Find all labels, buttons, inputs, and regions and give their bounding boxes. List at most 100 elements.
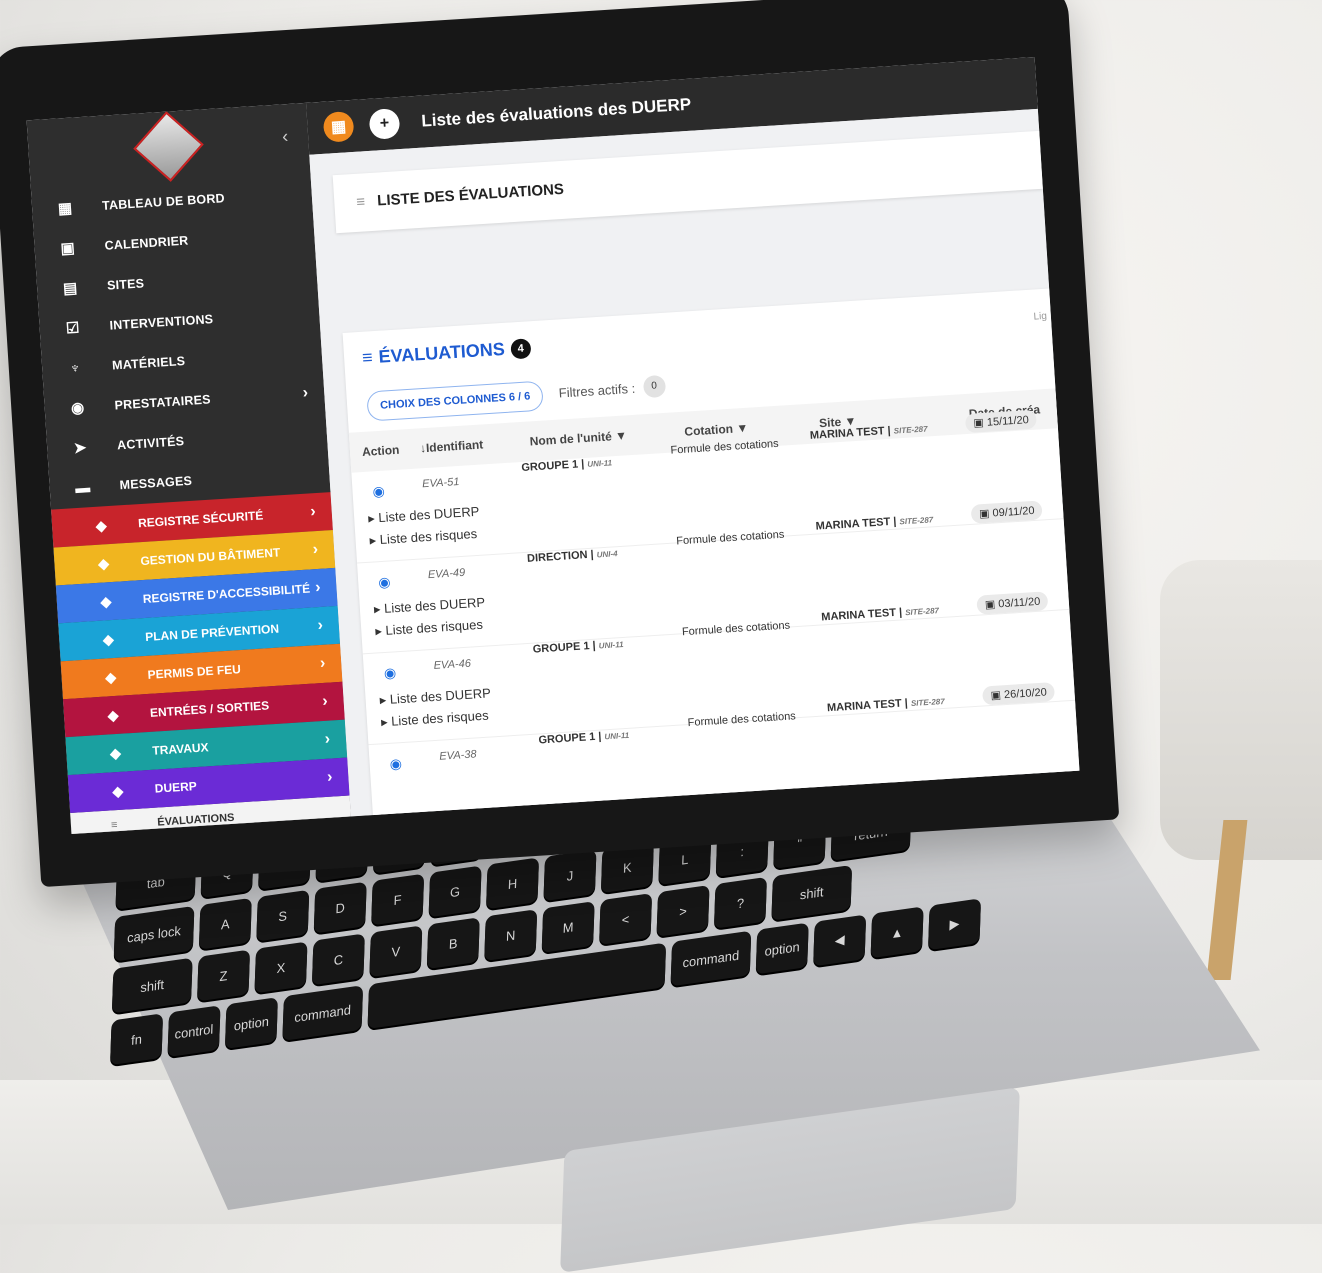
calendar-icon: ▣ <box>60 239 76 258</box>
count-badge: 4 <box>510 337 532 359</box>
sidebar-item-label: SITES <box>106 276 145 293</box>
key[interactable]: command <box>282 985 364 1041</box>
evaluations-title: ≡ ÉVALUATIONS 4 <box>362 337 532 369</box>
grid-icon: ▦ <box>330 118 347 137</box>
header-identifiant[interactable]: ↓Identifiant <box>420 437 484 455</box>
list-card: ≡ LISTE DES ÉVALUATIONS <box>332 130 1043 234</box>
module-logo-icon: ◆ <box>111 782 124 799</box>
sidebar-module-label: TRAVAUX <box>151 740 209 758</box>
filter-icon[interactable]: ▼ <box>736 421 749 436</box>
key[interactable]: > <box>656 884 710 937</box>
message-icon: ▬ <box>74 478 91 497</box>
key[interactable]: control <box>167 1005 221 1058</box>
key[interactable]: < <box>599 893 653 945</box>
sidebar: ‹ ▦ TABLEAU DE BORD ▣ CALENDRIER ▤ SITES ☑ INTE… <box>26 102 352 835</box>
row-links: ▸ Liste des DUERP ▸ Liste des risques <box>379 682 493 733</box>
key[interactable]: D <box>313 881 367 934</box>
sidebar-module-label: REGISTRE SÉCURITÉ <box>137 508 264 531</box>
key[interactable]: fn <box>110 1013 164 1066</box>
key[interactable]: G <box>428 865 482 918</box>
row-date: ▣ 09/11/20 <box>970 500 1044 524</box>
main-content: ≡ LISTE DES ÉVALUATIONS ≡ ÉVALUATIONS 4 … <box>309 108 1080 835</box>
key[interactable]: J <box>543 849 597 902</box>
filters-label: Filtres actifs : <box>558 380 636 401</box>
chevron-right-icon: › <box>312 540 319 559</box>
key[interactable]: shift <box>771 864 853 921</box>
grid-menu-button[interactable]: ▦ <box>322 110 355 143</box>
key[interactable]: H <box>485 857 540 910</box>
chevron-right-icon: › <box>326 768 333 786</box>
key[interactable]: B <box>426 917 480 970</box>
key[interactable]: ? <box>713 876 767 929</box>
sidebar-item-label: PRESTATAIRES <box>114 392 212 413</box>
key[interactable]: N <box>484 909 538 962</box>
columns-choice-button[interactable]: CHOIX DES COLONNES 6 / 6 <box>366 380 545 422</box>
lig-label: Lig <box>1033 310 1048 323</box>
key[interactable]: Z <box>197 949 251 1002</box>
key[interactable]: option <box>224 997 278 1050</box>
row-identifiant[interactable]: EVA-51 <box>422 476 460 490</box>
screen: ‹ ▦ TABLEAU DE BORD ▣ CALENDRIER ▤ SITES ☑ INTE… <box>26 56 1080 835</box>
key[interactable]: ▲ <box>870 906 924 959</box>
sidebar-item-label: ACTIVITÉS <box>116 434 185 453</box>
calendar-icon: ▣ <box>978 507 994 521</box>
row-identifiant[interactable]: EVA-38 <box>439 748 477 762</box>
evaluations-card: ≡ ÉVALUATIONS 4 Lig CHOIX DES COLONNES 6… <box>342 288 1080 835</box>
sidebar-item-label: MESSAGES <box>119 473 193 493</box>
view-eye-icon[interactable]: ◉ <box>378 573 391 591</box>
sidebar-module-label: DUERP <box>154 779 198 796</box>
row-date: ▣ 03/11/20 <box>976 591 1049 615</box>
module-logo-icon: ◆ <box>107 706 119 723</box>
list-icon: ≡ <box>110 819 118 832</box>
plus-icon: + <box>379 114 390 133</box>
list-icon: ≡ <box>361 347 374 368</box>
row-links: ▸ Liste des DUERP ▸ Liste des risques <box>368 501 482 552</box>
collapse-sidebar-icon[interactable]: ‹ <box>281 126 288 147</box>
sidebar-item-label: CALENDRIER <box>104 233 189 253</box>
page-title: Liste des évaluations des DUERP <box>420 94 692 131</box>
add-button[interactable]: + <box>368 108 401 140</box>
key[interactable]: M <box>541 901 595 954</box>
table-body: ◉ EVA-51 GROUPE 1 | UNI-11 Formule des c… <box>351 409 1080 835</box>
fire-extinguisher-icon: ♆ <box>68 359 82 377</box>
list-icon: ≡ <box>355 193 366 211</box>
chevron-right-icon: › <box>319 654 326 673</box>
key[interactable]: ◀ <box>813 914 867 967</box>
building-icon: ▤ <box>62 279 78 298</box>
module-logo-icon: ◆ <box>95 516 108 534</box>
row-identifiant[interactable]: EVA-46 <box>433 658 471 672</box>
header-unit[interactable]: Nom de l'unité ▼ <box>529 428 627 448</box>
module-logo-icon: ◆ <box>104 668 117 686</box>
key[interactable]: shift <box>111 957 193 1014</box>
chevron-right-icon: › <box>317 616 324 635</box>
filter-icon[interactable]: ▼ <box>615 428 628 443</box>
key[interactable]: caps lock <box>113 905 195 962</box>
module-logo-icon: ◆ <box>109 744 122 761</box>
row-identifiant[interactable]: EVA-49 <box>428 567 466 581</box>
key[interactable]: S <box>256 889 310 942</box>
key[interactable]: command <box>670 930 752 987</box>
registre-securite-logo[interactable] <box>133 111 204 182</box>
evaluations-title-text: ÉVALUATIONS <box>378 338 506 367</box>
module-logo-icon: ◆ <box>100 592 112 610</box>
calendar-icon: ▣ <box>984 598 999 612</box>
key[interactable]: X <box>254 941 308 994</box>
chevron-right-icon: › <box>302 384 309 402</box>
key[interactable]: V <box>369 925 423 978</box>
active-filters: Filtres actifs : 0 <box>558 374 666 404</box>
key[interactable]: A <box>198 897 252 950</box>
filters-count[interactable]: 0 <box>642 374 666 399</box>
view-eye-icon[interactable]: ◉ <box>372 483 385 501</box>
sidebar-item-label: TABLEAU DE BORD <box>101 191 226 213</box>
module-logo-icon: ◆ <box>102 630 115 648</box>
row-date: ▣ 15/11/20 <box>964 409 1038 434</box>
sidebar-item-label: INTERVENTIONS <box>109 312 214 333</box>
header-cotation[interactable]: Cotation ▼ <box>684 421 749 439</box>
key[interactable]: C <box>311 933 365 986</box>
view-eye-icon[interactable]: ◉ <box>383 664 396 682</box>
key[interactable]: ▶ <box>928 898 982 951</box>
view-eye-icon[interactable]: ◉ <box>389 755 402 773</box>
key[interactable]: option <box>755 922 809 975</box>
key[interactable]: F <box>371 873 425 926</box>
calendar-icon: ▣ <box>973 416 988 430</box>
